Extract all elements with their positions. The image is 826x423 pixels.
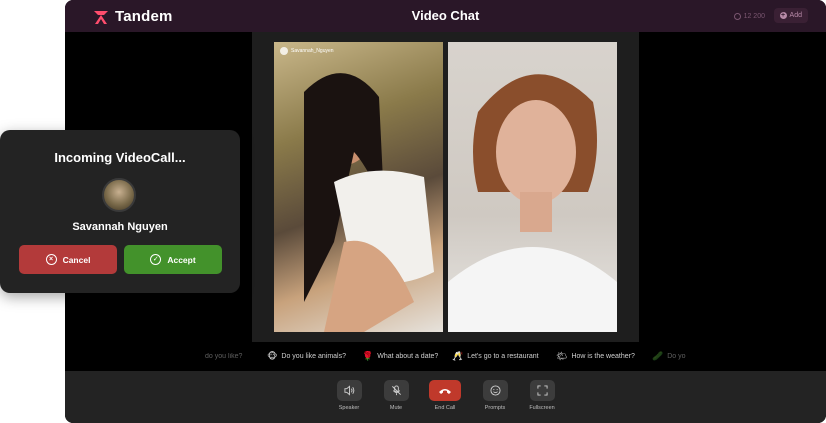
user-avatar-icon [280, 47, 288, 55]
self-video [448, 42, 617, 332]
caller-avatar [102, 178, 136, 212]
end-call-button[interactable]: End Call [425, 380, 465, 411]
page-title: Video Chat [411, 8, 480, 23]
mute-label: Mute [389, 405, 403, 411]
cancel-label: Cancel [62, 254, 91, 265]
remote-username: Savannah_Nguyen [291, 48, 334, 54]
sun-cloud-icon: 🌤 [556, 350, 568, 361]
add-credits-label: Add [789, 12, 802, 19]
prompt-item[interactable]: 🥒 Do yo [652, 350, 686, 361]
prompt-item[interactable]: 🌹 What about a date? [362, 350, 439, 361]
prompt-suggestions: do you like? 🐵 Do you like animals? 🌹 Wh… [65, 349, 826, 363]
close-circle-icon: × [45, 254, 57, 265]
prompt-text: do you like? [205, 352, 243, 360]
prompt-text: Do yo [667, 352, 686, 360]
prompt-item[interactable]: 🥂 Let's go to a restaurant [452, 350, 539, 361]
accept-label: Accept [167, 254, 196, 265]
prompt-item[interactable]: do you like? [205, 353, 242, 360]
prompt-text: How is the weather? [571, 352, 635, 360]
incoming-call-title: Incoming VideoCall... [54, 150, 186, 165]
mic-mute-icon[interactable] [383, 380, 409, 401]
fullscreen-icon[interactable] [529, 380, 555, 401]
add-credits-button[interactable]: + Add [773, 8, 808, 23]
speaker-button[interactable]: Speaker [329, 380, 369, 411]
credits-value: 12 200 [743, 12, 765, 20]
rose-icon: 🌹 [362, 350, 374, 361]
check-circle-icon: ✓ [150, 254, 162, 265]
phone-hangup-icon[interactable] [429, 380, 461, 401]
credits-balance: 12 200 [729, 9, 770, 23]
fullscreen-label: Fullscreen [529, 405, 555, 411]
prompt-text: What about a date? [377, 352, 439, 360]
prompts-button[interactable]: Prompts [475, 380, 515, 411]
fullscreen-button[interactable]: Fullscreen [522, 380, 562, 411]
top-bar: Tandem Video Chat 12 200 + Add [65, 0, 826, 32]
prompt-text: Let's go to a restaurant [467, 352, 539, 360]
prompt-item[interactable]: 🌤 How is the weather? [556, 350, 635, 361]
remote-user-tag: Savannah_Nguyen [280, 47, 334, 55]
monkey-icon: 🐵 [267, 350, 278, 361]
prompt-text: Do you like animals? [281, 352, 346, 360]
accept-button[interactable]: ✓ Accept [124, 245, 222, 274]
cucumber-icon: 🥒 [652, 350, 664, 361]
mute-button[interactable]: Mute [376, 380, 416, 411]
coin-icon [733, 12, 741, 20]
speaker-icon[interactable] [336, 380, 362, 401]
incoming-call-dialog: Incoming VideoCall... Savannah Nguyen × … [0, 130, 240, 293]
speaker-label: Speaker [338, 405, 360, 411]
call-controls: Speaker Mute End Call Prompts Fullscreen [65, 371, 826, 423]
prompt-item[interactable]: 🐵 Do you like animals? [267, 350, 346, 361]
plus-icon: + [779, 12, 787, 19]
prompts-label: Prompts [484, 405, 506, 411]
remote-video: Savannah_Nguyen [274, 42, 443, 332]
end-call-label: End Call [434, 405, 456, 411]
remote-video-portrait [304, 73, 434, 332]
video-stage: Savannah_Nguyen [252, 32, 639, 342]
glasses-icon: 🥂 [452, 350, 464, 361]
caller-name: Savannah Nguyen [72, 221, 168, 233]
smile-icon[interactable] [482, 380, 508, 401]
cancel-button[interactable]: × Cancel [19, 245, 117, 274]
self-video-portrait [448, 74, 617, 332]
